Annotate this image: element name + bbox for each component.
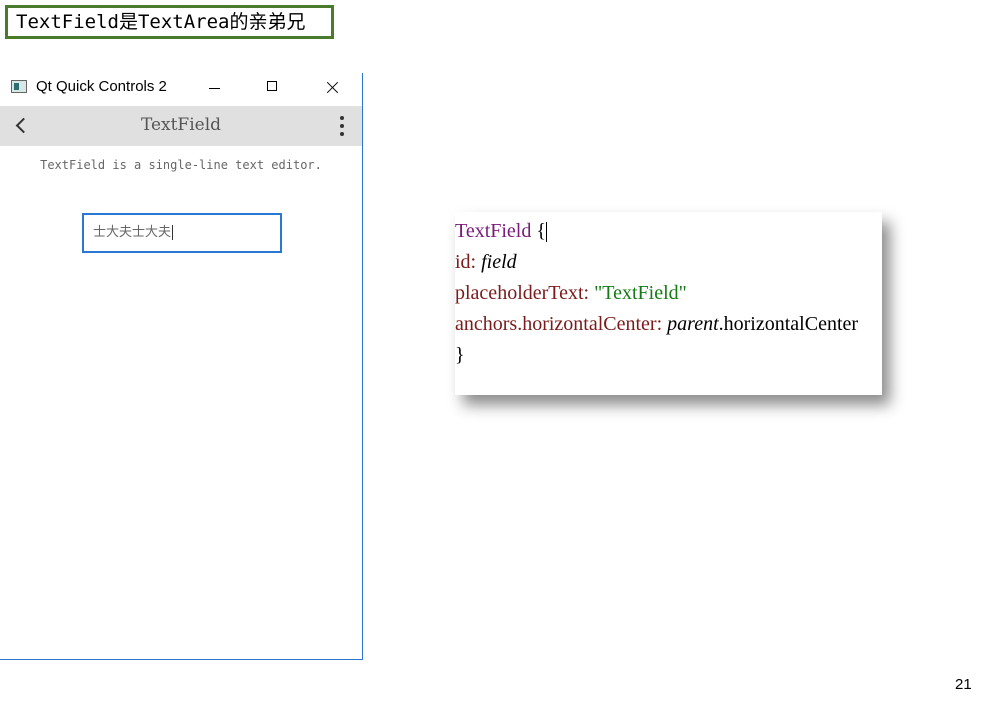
window-title-bar[interactable]: Qt Quick Controls 2 bbox=[0, 73, 362, 103]
page-number: 21 bbox=[955, 676, 972, 693]
code-anchors-property: .horizontalCenter bbox=[718, 313, 859, 335]
window-title: Qt Quick Controls 2 bbox=[36, 78, 167, 95]
menu-dot bbox=[340, 132, 344, 136]
code-close-brace: } bbox=[455, 344, 465, 366]
code-placeholder-key: placeholderText: bbox=[455, 282, 590, 304]
menu-dot bbox=[340, 124, 344, 128]
minimize-icon[interactable] bbox=[192, 73, 238, 103]
slide-title: TextField是TextArea的亲弟兄 bbox=[5, 5, 334, 39]
code-id-key: id: bbox=[455, 251, 477, 273]
menu-dot bbox=[340, 116, 344, 120]
code-anchors-object: parent bbox=[667, 313, 719, 335]
toolbar-title: TextField bbox=[140, 115, 222, 135]
code-line-4: anchors.horizontalCenter: parent.horizon… bbox=[455, 309, 882, 340]
more-vertical-icon[interactable] bbox=[330, 114, 354, 138]
qt-window: Qt Quick Controls 2 TextField TextField … bbox=[0, 73, 363, 660]
code-line-1: TextField { bbox=[455, 216, 882, 247]
code-anchors-key: anchors.horizontalCenter: bbox=[455, 313, 663, 335]
app-toolbar: TextField bbox=[0, 106, 362, 146]
text-field-value: 士大夫士大夫 bbox=[93, 225, 172, 240]
code-placeholder-value: "TextField" bbox=[594, 282, 687, 304]
text-caret bbox=[172, 225, 174, 240]
code-type-name: TextField bbox=[455, 220, 532, 242]
code-line-3: placeholderText: "TextField" bbox=[455, 278, 882, 309]
code-id-value: field bbox=[481, 251, 517, 273]
text-field-input[interactable]: 士大夫士大夫 bbox=[82, 213, 282, 253]
code-line-5: } bbox=[455, 340, 882, 371]
page-description: TextField is a single-line text editor. bbox=[40, 158, 322, 172]
code-caret bbox=[545, 222, 547, 243]
code-open-brace: { bbox=[536, 220, 546, 242]
close-icon[interactable] bbox=[309, 73, 355, 103]
maximize-icon[interactable] bbox=[250, 73, 296, 103]
code-snippet: TextField { id: field placeholderText: "… bbox=[455, 212, 882, 395]
code-line-2: id: field bbox=[455, 247, 882, 278]
qt-app-icon bbox=[11, 80, 27, 93]
